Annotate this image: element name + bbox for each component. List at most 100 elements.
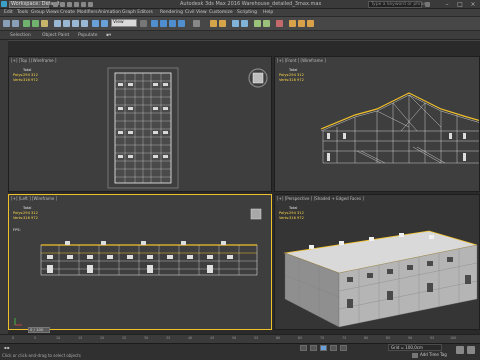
search-icon[interactable] [425,2,430,7]
reference-coordinate-value: View [113,20,124,25]
pivot-center-icon[interactable] [140,20,147,27]
go-to-end-button[interactable] [340,345,347,351]
percent-snap-icon[interactable] [169,20,176,27]
go-to-start-button[interactable] [300,345,307,351]
bind-space-warp-icon[interactable] [41,20,48,27]
viewport-top-label[interactable]: [+] [Top ] [Wireframe ] [11,58,56,64]
time-tag-icon[interactable] [412,353,418,358]
spinner-snap-icon[interactable] [178,20,185,27]
project-folder-icon[interactable] [88,2,93,7]
undo-toolbar-icon[interactable] [3,20,10,27]
menu-group[interactable]: Group [31,9,45,17]
new-file-icon[interactable] [53,2,58,7]
mirror-icon[interactable] [210,20,217,27]
rendered-frame-window-icon[interactable] [298,20,305,27]
ribbon-tab-object-paint[interactable]: Object Paint [42,31,69,40]
align-icon[interactable] [219,20,226,27]
select-link-icon[interactable] [23,20,30,27]
ribbon-menu-icon[interactable]: ▪▾ [106,31,111,40]
timeline-tick: 45 [210,336,215,340]
timeline-tick: 20 [100,336,105,340]
ribbon-tab-selection[interactable]: Selection [10,31,31,40]
viewport-front-label[interactable]: [+] [Front ] [Wireframe ] [277,58,326,64]
viewport-top[interactable]: [+] [Top ] [Wireframe ] Total Polys: 294… [8,56,272,192]
select-object-icon[interactable] [54,20,61,27]
render-setup-icon[interactable] [289,20,296,27]
redo-icon[interactable] [81,2,86,7]
stats-polys-label: Polys: [279,73,290,77]
angle-snap-icon[interactable] [160,20,167,27]
render-production-icon[interactable] [307,20,314,27]
grid-size-value: Grid = 100,0cm [391,345,423,350]
ribbon-bar [0,31,480,40]
next-frame-button[interactable] [330,345,337,351]
timeline-tick: 55 [254,336,259,340]
viewport-left[interactable]: [+] [Left ] [Wireframe ] Total Polys: 29… [8,194,272,330]
layer-manager-icon[interactable] [232,20,239,27]
fps-label: FPS: [13,228,21,232]
menu-modifiers[interactable]: Modifiers [77,9,98,17]
viewport-perspective[interactable]: [+] [Perspective ] [Shaded + Edged Faces… [274,194,480,330]
menu-customize[interactable]: Customize [209,9,233,17]
menu-tools[interactable]: Tools [17,9,28,17]
menu-animation[interactable]: Animation [98,9,121,17]
timeline-tick: 95 [430,336,435,340]
maxscript-listener[interactable]: ▪▪ [4,345,9,351]
timeline-tick: 15 [78,336,83,340]
stats-total-label: Total [23,68,32,72]
menu-scripting[interactable]: Scripting [237,9,257,17]
schematic-view-icon[interactable] [263,20,270,27]
viewport-front[interactable]: [+] [Front ] [Wireframe ] Total Polys: 2… [274,56,480,192]
menu-graph-editors[interactable]: Graph Editors [122,9,153,17]
menu-create[interactable]: Create [60,9,75,17]
close-button[interactable]: × [468,1,478,8]
stats-total-label: Total [289,206,298,210]
undo-icon[interactable] [74,2,79,7]
menu-rendering[interactable]: Rendering [160,9,183,17]
stats-verts-label: Verts: [279,78,290,82]
snaps-toggle-icon[interactable] [151,20,158,27]
move-icon[interactable] [92,20,99,27]
timeline-tick: 25 [122,336,127,340]
maximize-button[interactable]: □ [455,1,465,8]
timeline-tick: 60 [276,336,281,340]
ribbon-tab-populate[interactable]: Populate [78,31,98,40]
menu-civil-view[interactable]: Civil View [185,9,207,17]
open-file-icon[interactable] [60,2,65,7]
viewcube-icon[interactable] [247,67,269,89]
previous-frame-button[interactable] [310,345,317,351]
menu-views[interactable]: Views [46,9,59,17]
named-selection-icon[interactable] [193,20,200,27]
left-view-building-wireframe [40,241,258,276]
left-tool-strip [0,40,8,336]
window-crossing-icon[interactable] [81,20,88,27]
menu-edit[interactable]: Edit [4,9,13,17]
material-editor-icon[interactable] [276,20,283,27]
rotate-icon[interactable] [101,20,108,27]
viewport-perspective-label[interactable]: [+] [Perspective ] [Shaded + Edged Faces… [277,196,364,202]
unlink-icon[interactable] [32,20,39,27]
rectangular-selection-icon[interactable] [72,20,79,27]
timeline-tick: 0 [12,336,15,340]
menu-help[interactable]: Help [263,9,273,17]
timeline-tick: 90 [408,336,413,340]
viewport-left-label[interactable]: [+] [Left ] [Wireframe ] [11,196,57,202]
minimize-button[interactable]: – [442,1,452,8]
redo-toolbar-icon[interactable] [12,20,19,27]
app-logo-icon[interactable] [1,1,7,7]
ribbon-toggle-icon[interactable] [241,20,248,27]
stats-verts-value: 316 972 [23,78,38,82]
curve-editor-icon[interactable] [254,20,261,27]
timeline-tick: 70 [320,336,325,340]
orbit-icon[interactable] [456,346,464,354]
select-by-name-icon[interactable] [63,20,70,27]
stats-polys-label: Polys: [13,73,24,77]
app-window: Workspace: Default Autodesk 3ds Max 2016… [0,0,480,360]
window-title: Autodesk 3ds Max 2016 Warehouse_detailed… [180,1,322,7]
stats-verts-label: Verts: [13,78,24,82]
save-file-icon[interactable] [67,2,72,7]
add-time-tag-label[interactable]: Add Time Tag [420,352,447,358]
play-button[interactable] [320,345,327,351]
viewcube-icon[interactable] [249,207,263,221]
maximize-viewport-icon[interactable] [467,346,475,354]
